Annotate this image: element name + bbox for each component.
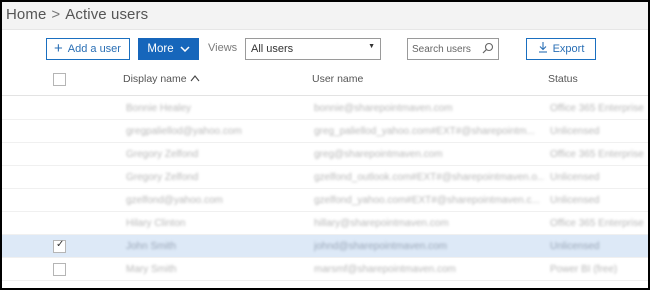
row-status: Office 365 Enterprise bbox=[550, 103, 644, 114]
row-display-name: Hilary Clinton bbox=[126, 218, 186, 229]
more-label: More bbox=[147, 43, 174, 55]
breadcrumb-current: Active users bbox=[65, 6, 149, 23]
row-user-name: greg_paliellod_yahoo.com#EXT#@sharepoint… bbox=[314, 126, 535, 137]
add-user-button[interactable]: + Add a user bbox=[46, 38, 130, 60]
more-button[interactable]: More bbox=[138, 38, 199, 60]
display-name-header-label: Display name bbox=[123, 73, 187, 85]
breadcrumb-home[interactable]: Home bbox=[6, 6, 46, 23]
chevron-down-icon bbox=[180, 43, 190, 55]
export-button[interactable]: Export bbox=[526, 38, 596, 60]
select-all-checkbox[interactable] bbox=[53, 73, 66, 86]
row-status: Unlicensed bbox=[550, 126, 600, 137]
plus-icon: + bbox=[54, 40, 63, 57]
table-row[interactable]: gregpaliellod@yahoo.com greg_paliellod_y… bbox=[2, 120, 648, 143]
row-user-name: johnd@sharepointmaven.com bbox=[314, 241, 448, 252]
row-display-name: Mary Smith bbox=[126, 264, 177, 275]
row-user-name: bonnie@sharepointmaven.com bbox=[314, 103, 453, 114]
column-display-name[interactable]: Display name bbox=[123, 73, 200, 85]
row-user-name: gzelfond_outlook.com#EXT#@sharepointmave… bbox=[314, 172, 544, 183]
breadcrumb-separator: > bbox=[51, 6, 61, 23]
search-input[interactable]: Search users bbox=[407, 38, 499, 60]
row-checkbox[interactable] bbox=[53, 263, 66, 276]
row-display-name: Bonnie Healey bbox=[126, 103, 192, 114]
views-selected-value: All users bbox=[251, 43, 294, 55]
row-user-name: greg@sharepointmaven.com bbox=[314, 149, 443, 160]
sort-up-icon bbox=[190, 73, 200, 85]
search-placeholder: Search users bbox=[412, 44, 471, 55]
row-status: Office 365 Enterprise bbox=[550, 218, 644, 229]
download-icon bbox=[538, 42, 548, 56]
row-display-name: Gregory Zelfond bbox=[126, 149, 199, 160]
row-display-name: gregpaliellod@yahoo.com bbox=[126, 126, 242, 137]
table-row[interactable]: Gregory Zelfond greg@sharepointmaven.com… bbox=[2, 143, 648, 166]
row-status: Unlicensed bbox=[550, 195, 600, 206]
export-label: Export bbox=[552, 43, 585, 55]
row-display-name: Gregory Zelfond bbox=[126, 172, 199, 183]
table-row[interactable]: Gregory Zelfond gzelfond_outlook.com#EXT… bbox=[2, 166, 648, 189]
table-row[interactable]: gzelfond@yahoo.com gzelfond_yahoo.com#EX… bbox=[2, 189, 648, 212]
row-user-name: hillary@sharepointmaven.com bbox=[314, 218, 449, 229]
column-status[interactable]: Status bbox=[548, 73, 578, 85]
table-header: Display name User name Status bbox=[2, 68, 648, 96]
table-row[interactable]: Bonnie Healey bonnie@sharepointmaven.com… bbox=[2, 97, 648, 120]
table-row[interactable]: Mary Smith marsmf@sharepointmaven.com Po… bbox=[2, 258, 648, 281]
add-user-label: Add a user bbox=[67, 43, 121, 55]
row-status: Power BI (free) bbox=[550, 264, 618, 275]
views-label: Views bbox=[208, 42, 238, 54]
row-user-name: gzelfond_yahoo.com#EXT#@sharepointmaven.… bbox=[314, 195, 540, 206]
breadcrumb: Home > Active users bbox=[2, 2, 648, 30]
row-user-name: marsmf@sharepointmaven.com bbox=[314, 264, 456, 275]
row-checkbox[interactable]: ✓ bbox=[53, 239, 66, 253]
table-row[interactable]: Hilary Clinton hillary@sharepointmaven.c… bbox=[2, 212, 648, 235]
table-row-selected[interactable]: ✓ John Smith johnd@sharepointmaven.com U… bbox=[2, 235, 648, 258]
row-status: Office 365 Enterprise bbox=[550, 149, 644, 160]
app-frame: Home > Active users + Add a user More View… bbox=[2, 2, 648, 288]
toolbar: + Add a user More Views All users ▼ Sear… bbox=[2, 30, 648, 70]
views-select[interactable]: All users ▼ bbox=[245, 38, 381, 60]
user-table-body: Bonnie Healey bonnie@sharepointmaven.com… bbox=[2, 97, 648, 281]
row-status: Unlicensed bbox=[550, 241, 600, 252]
dropdown-arrow-icon: ▼ bbox=[368, 43, 375, 50]
column-user-name[interactable]: User name bbox=[312, 73, 363, 85]
row-display-name: John Smith bbox=[126, 241, 177, 252]
row-status: Unlicensed bbox=[550, 172, 600, 183]
row-display-name: gzelfond@yahoo.com bbox=[126, 195, 223, 206]
checkmark-icon: ✓ bbox=[56, 239, 65, 250]
search-icon[interactable] bbox=[482, 42, 494, 57]
